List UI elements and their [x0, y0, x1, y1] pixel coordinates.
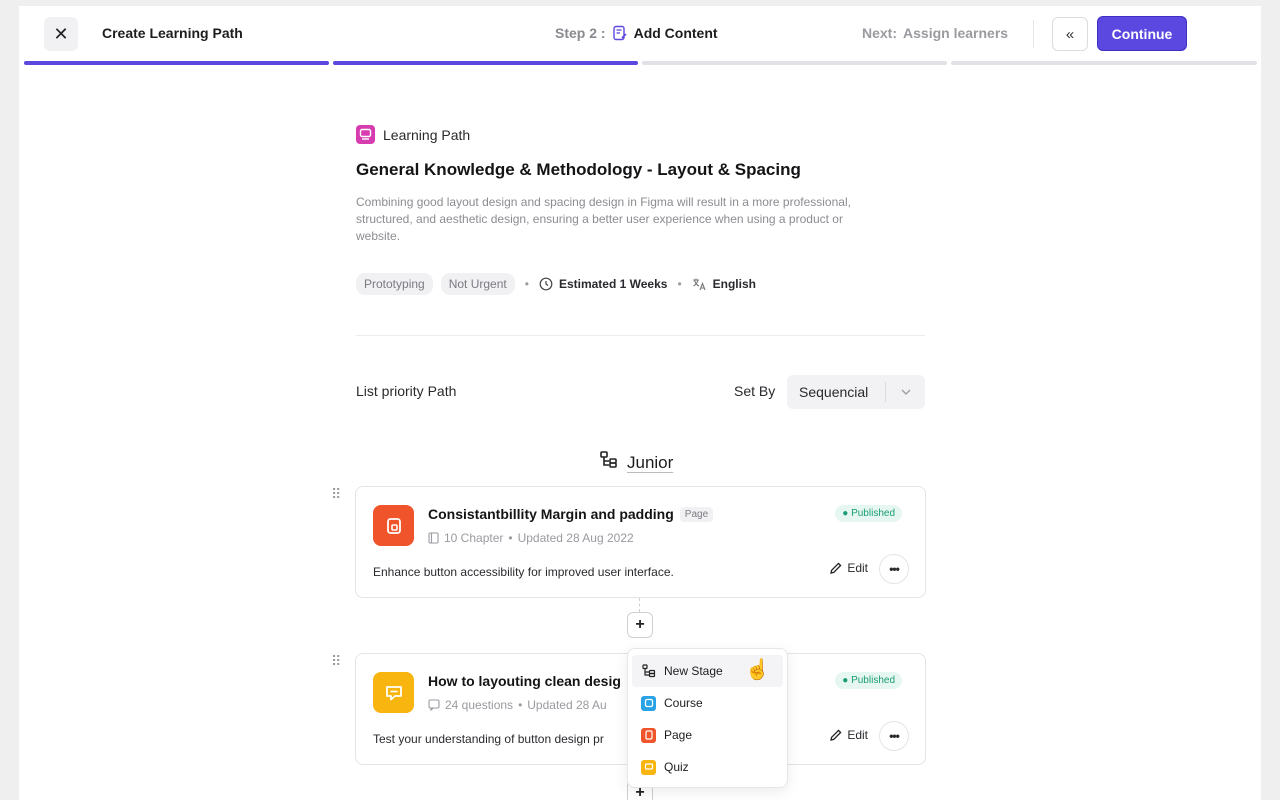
stage-name: Junior [627, 452, 674, 472]
continue-button[interactable]: Continue [1097, 16, 1187, 51]
page-title: Create Learning Path [102, 25, 243, 41]
progress-segment-3 [642, 61, 947, 65]
card-title: Consistantbillity Margin and padding Page [428, 506, 714, 522]
edit-button[interactable]: Edit [829, 561, 868, 575]
current-step: Step 2 : Add Content [555, 25, 718, 41]
page-icon [373, 505, 414, 546]
question-count: 24 questions [445, 698, 514, 712]
step-prefix: Step 2 : [555, 25, 606, 41]
stage-icon [599, 450, 619, 475]
estimated-label: Estimated 1 Weeks [558, 277, 668, 291]
status-label: Published [851, 508, 895, 519]
clock-icon [539, 277, 553, 291]
back-button[interactable]: « [1052, 17, 1088, 51]
card-title-text: How to layouting clean desig [428, 673, 621, 689]
menu-item-label: Quiz [664, 760, 689, 774]
card-meta: 10 Chapter • Updated 28 Aug 2022 [428, 531, 634, 545]
path-title: General Knowledge & Methodology - Layout… [356, 160, 801, 179]
status-label: Published [851, 675, 895, 686]
path-type: Learning Path [356, 125, 470, 144]
menu-item-quiz[interactable]: Quiz [632, 751, 783, 783]
status-badge: ● Published [835, 672, 902, 689]
card-title-text: Consistantbillity Margin and padding [428, 506, 674, 522]
menu-item-page[interactable]: Page [632, 719, 783, 751]
close-button[interactable]: ✕ [44, 17, 78, 51]
edit-label: Edit [847, 728, 868, 742]
more-icon: ••• [889, 729, 900, 743]
stage-header[interactable]: Junior [599, 450, 673, 475]
language: English [692, 277, 756, 291]
content-card[interactable]: Consistantbillity Margin and padding Page… [355, 486, 926, 598]
question-icon [428, 699, 440, 711]
card-description: Enhance button accessibility for improve… [373, 565, 674, 579]
quiz-icon [641, 759, 656, 775]
chapter-count: 10 Chapter [444, 531, 504, 545]
course-icon [641, 695, 656, 711]
next-step-name: Assign learners [903, 25, 1009, 41]
add-content-button[interactable]: + [627, 612, 653, 638]
progress-segment-1 [24, 61, 329, 65]
list-priority-label: List priority Path [356, 383, 457, 399]
tag-chip: Prototyping [356, 273, 433, 295]
language-label: English [712, 277, 756, 291]
edit-label: Edit [847, 561, 868, 575]
step-name: Add Content [633, 25, 718, 41]
edit-button[interactable]: Edit [829, 728, 868, 742]
next-step: Next: Assign learners [862, 25, 1008, 41]
updated-date: Updated 28 Au [527, 698, 607, 712]
page-icon [641, 727, 656, 743]
separator-dot: • [508, 531, 513, 545]
updated-date: Updated 28 Aug 2022 [517, 531, 634, 545]
pencil-icon [830, 729, 842, 741]
more-icon: ••• [889, 562, 900, 576]
connector-line [639, 598, 640, 612]
separator-dot: • [524, 277, 529, 291]
app-frame: ✕ Create Learning Path Step 2 : Add Cont… [19, 6, 1261, 800]
progress-segment-2 [333, 61, 638, 65]
more-options-button[interactable]: ••• [879, 721, 909, 751]
drag-handle-icon[interactable]: ⠿ [331, 487, 341, 501]
card-title: How to layouting clean desig [428, 673, 621, 689]
separator-dot: • [677, 277, 682, 291]
path-description: Combining good layout design and spacing… [356, 195, 851, 243]
drag-handle-icon[interactable]: ⠿ [331, 654, 341, 668]
book-icon [428, 532, 439, 544]
card-description: Test your understanding of button design… [373, 732, 604, 746]
menu-item-label: Page [664, 728, 693, 742]
edit-document-icon [612, 25, 628, 41]
status-badge: ● Published [835, 505, 902, 522]
menu-item-label: New Stage [664, 664, 723, 678]
learning-path-icon [356, 125, 375, 144]
quiz-icon [373, 672, 414, 713]
order-select-value: Sequencial [799, 384, 869, 400]
content-type-badge: Page [679, 507, 714, 522]
path-meta: Prototyping Not Urgent • Estimated 1 Wee… [356, 273, 756, 295]
estimated-duration: Estimated 1 Weeks [539, 277, 668, 291]
double-chevron-left-icon: « [1065, 25, 1075, 43]
order-select[interactable]: Sequencial [787, 375, 925, 409]
menu-item-label: Course [664, 696, 703, 710]
chevron-down-icon [886, 387, 925, 398]
close-icon: ✕ [53, 23, 69, 44]
more-options-button[interactable]: ••• [879, 554, 909, 584]
menu-item-course[interactable]: Course [632, 687, 783, 719]
progress-segment-4 [951, 61, 1257, 65]
tag-chip: Not Urgent [440, 273, 515, 295]
hand-cursor-icon: ☝ [745, 659, 770, 681]
stage-icon [641, 664, 656, 679]
card-meta: 24 questions • Updated 28 Au [428, 698, 607, 712]
pencil-icon [830, 562, 842, 574]
plus-icon: + [635, 616, 645, 633]
path-type-label: Learning Path [383, 126, 471, 143]
next-prefix: Next: [862, 25, 898, 41]
set-by-label: Set By [734, 383, 776, 399]
translate-icon [692, 278, 706, 291]
separator-dot: • [518, 698, 523, 712]
header-divider [1033, 20, 1034, 48]
section-divider [356, 335, 925, 336]
